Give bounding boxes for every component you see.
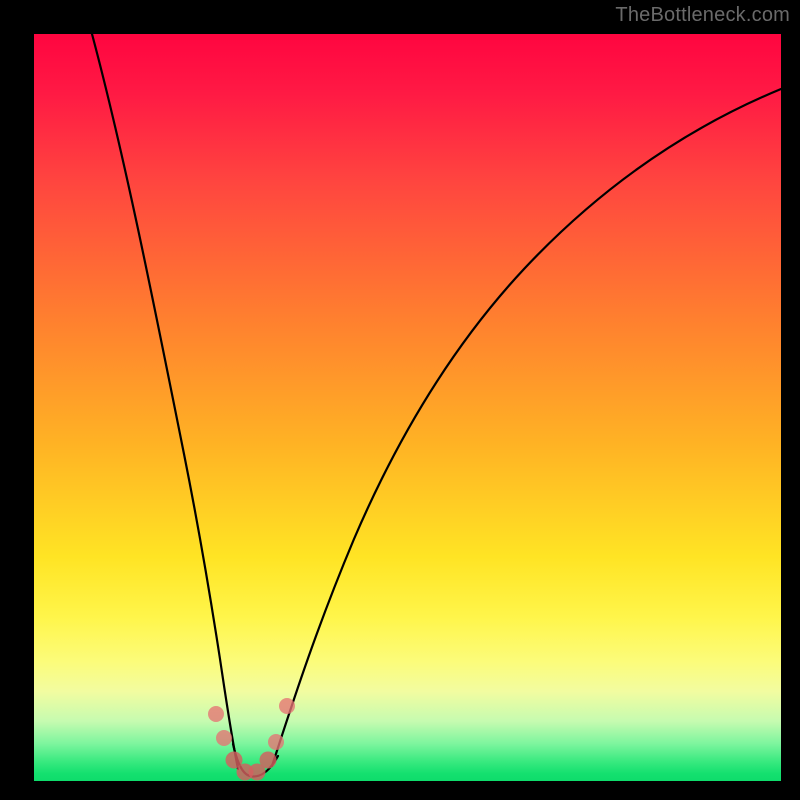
chart-frame: TheBottleneck.com [0, 0, 800, 800]
watermark-text: TheBottleneck.com [615, 4, 790, 27]
curve-left-branch [92, 34, 238, 769]
curve-right-branch [272, 89, 781, 766]
marker-dot [260, 752, 277, 769]
curve-layer [34, 34, 781, 781]
marker-dot [279, 698, 295, 714]
plot-area [34, 34, 781, 781]
marker-dot [268, 734, 284, 750]
marker-dot [208, 706, 224, 722]
marker-dot [216, 730, 232, 746]
